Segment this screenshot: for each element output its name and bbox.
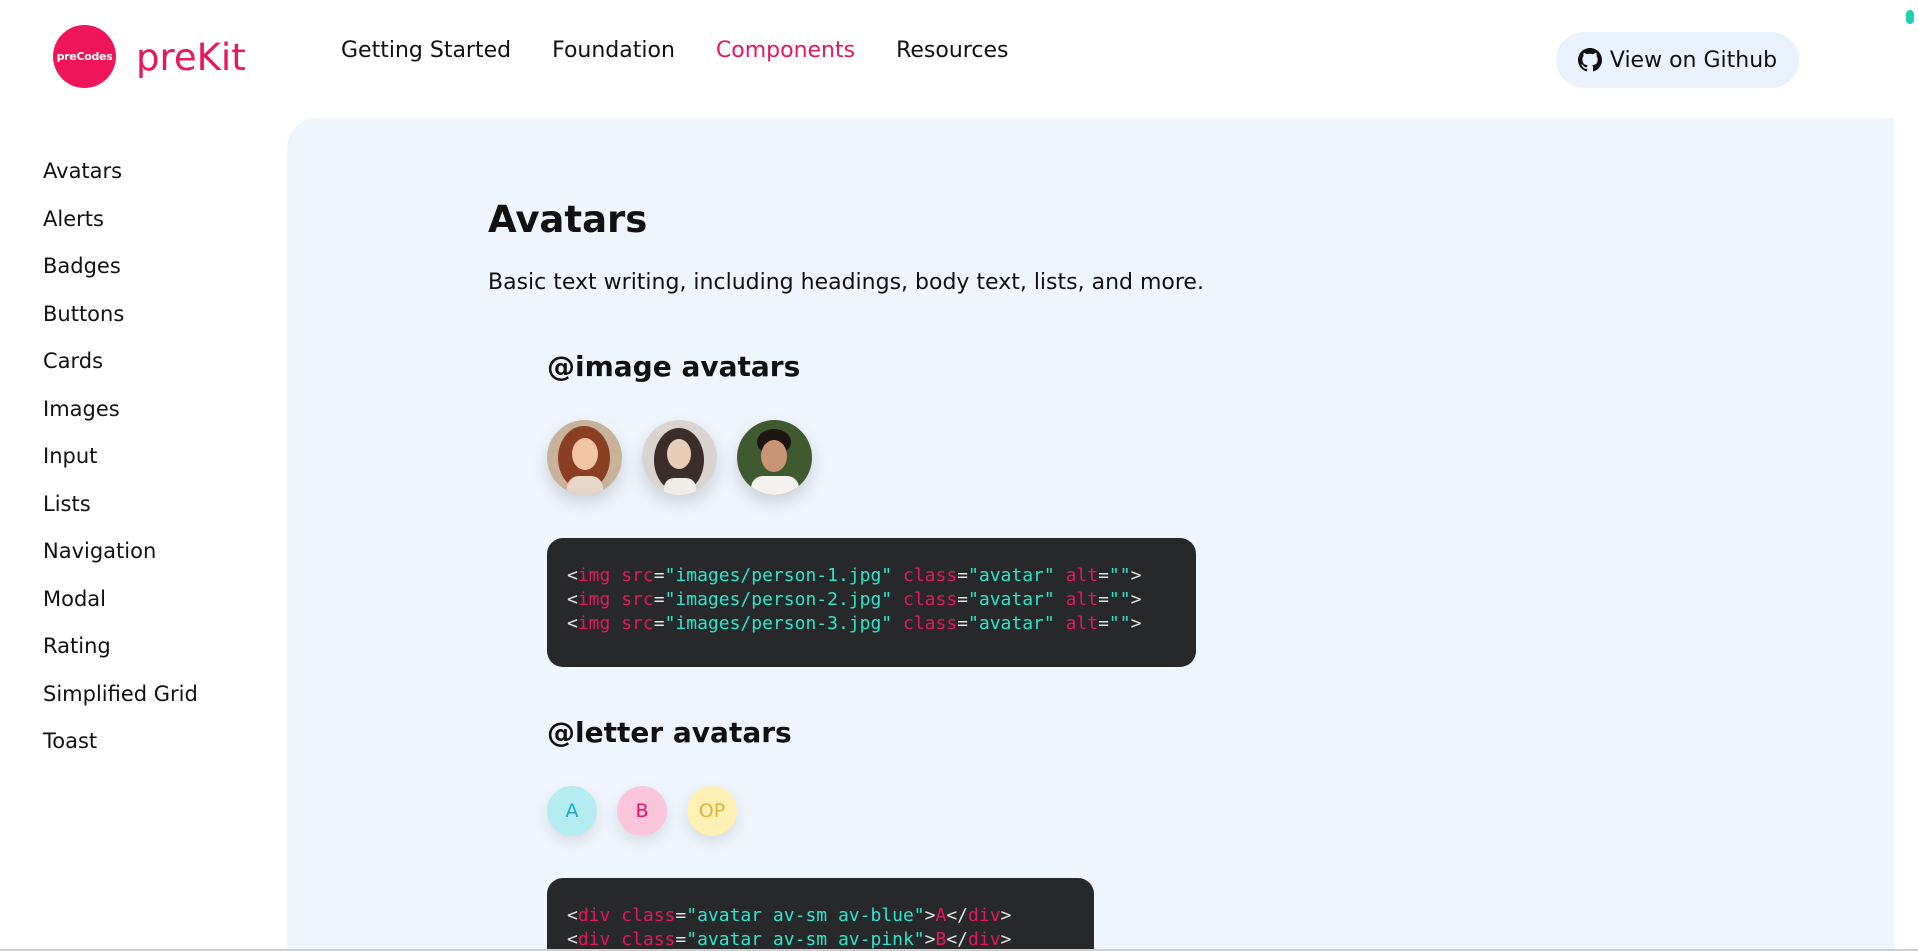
- view-on-github-button[interactable]: View on Github: [1556, 32, 1799, 88]
- sidebar-item-avatars[interactable]: Avatars: [43, 156, 273, 204]
- sidebar-item-images[interactable]: Images: [43, 394, 273, 442]
- top-header: preCodes preKit Getting Started Foundati…: [0, 0, 1918, 118]
- image-avatars-row: [547, 420, 812, 495]
- scroll-indicator: [1906, 10, 1914, 24]
- avatar-person-2: [642, 420, 717, 495]
- sidebar-item-alerts[interactable]: Alerts: [43, 204, 273, 252]
- sidebar-item-modal[interactable]: Modal: [43, 584, 273, 632]
- nav-resources[interactable]: Resources: [896, 38, 1008, 63]
- code-line-2: <img src="images/person-2.jpg" class="av…: [567, 589, 1142, 610]
- nav-foundation[interactable]: Foundation: [552, 38, 675, 63]
- content-panel: Avatars Basic text writing, including he…: [287, 118, 1894, 951]
- nav-components[interactable]: Components: [716, 38, 855, 63]
- avatar-person-1: [547, 420, 622, 495]
- letter-avatar-blue: A: [547, 786, 597, 836]
- letter-avatar-yellow: OP: [687, 786, 737, 836]
- avatar-person-3: [737, 420, 812, 495]
- letter-avatars-code: <div class="avatar av-sm av-blue">A</div…: [547, 878, 1094, 951]
- code-line-1: <div class="avatar av-sm av-blue">A</div…: [567, 905, 1012, 926]
- sidebar-item-lists[interactable]: Lists: [43, 489, 273, 537]
- sidebar: Avatars Alerts Badges Buttons Cards Imag…: [43, 156, 273, 774]
- letter-avatars-row: A B OP: [547, 786, 737, 836]
- letter-avatar-pink: B: [617, 786, 667, 836]
- page-title: Avatars: [488, 198, 648, 241]
- main-nav: Getting Started Foundation Components Re…: [341, 38, 1008, 63]
- sidebar-item-navigation[interactable]: Navigation: [43, 536, 273, 584]
- sidebar-item-buttons[interactable]: Buttons: [43, 299, 273, 347]
- code-line-1: <img src="images/person-1.jpg" class="av…: [567, 565, 1142, 586]
- logo-icon[interactable]: preCodes: [53, 25, 116, 88]
- github-icon: [1577, 48, 1602, 72]
- sidebar-item-toast[interactable]: Toast: [43, 726, 273, 774]
- sidebar-item-badges[interactable]: Badges: [43, 251, 273, 299]
- code-line-2: <div class="avatar av-sm av-pink">B</div…: [567, 929, 1012, 950]
- letter-avatars-heading: @letter avatars: [547, 716, 792, 749]
- sidebar-item-cards[interactable]: Cards: [43, 346, 273, 394]
- github-button-label: View on Github: [1609, 47, 1778, 73]
- page-subtitle: Basic text writing, including headings, …: [488, 270, 1204, 295]
- image-avatars-heading: @image avatars: [547, 350, 801, 383]
- sidebar-item-input[interactable]: Input: [43, 441, 273, 489]
- sidebar-item-simplified-grid[interactable]: Simplified Grid: [43, 679, 273, 727]
- brand-name[interactable]: preKit: [136, 36, 246, 79]
- code-line-3: <img src="images/person-3.jpg" class="av…: [567, 613, 1142, 634]
- sidebar-item-rating[interactable]: Rating: [43, 631, 273, 679]
- image-avatars-code: <img src="images/person-1.jpg" class="av…: [547, 538, 1196, 667]
- nav-getting-started[interactable]: Getting Started: [341, 38, 511, 63]
